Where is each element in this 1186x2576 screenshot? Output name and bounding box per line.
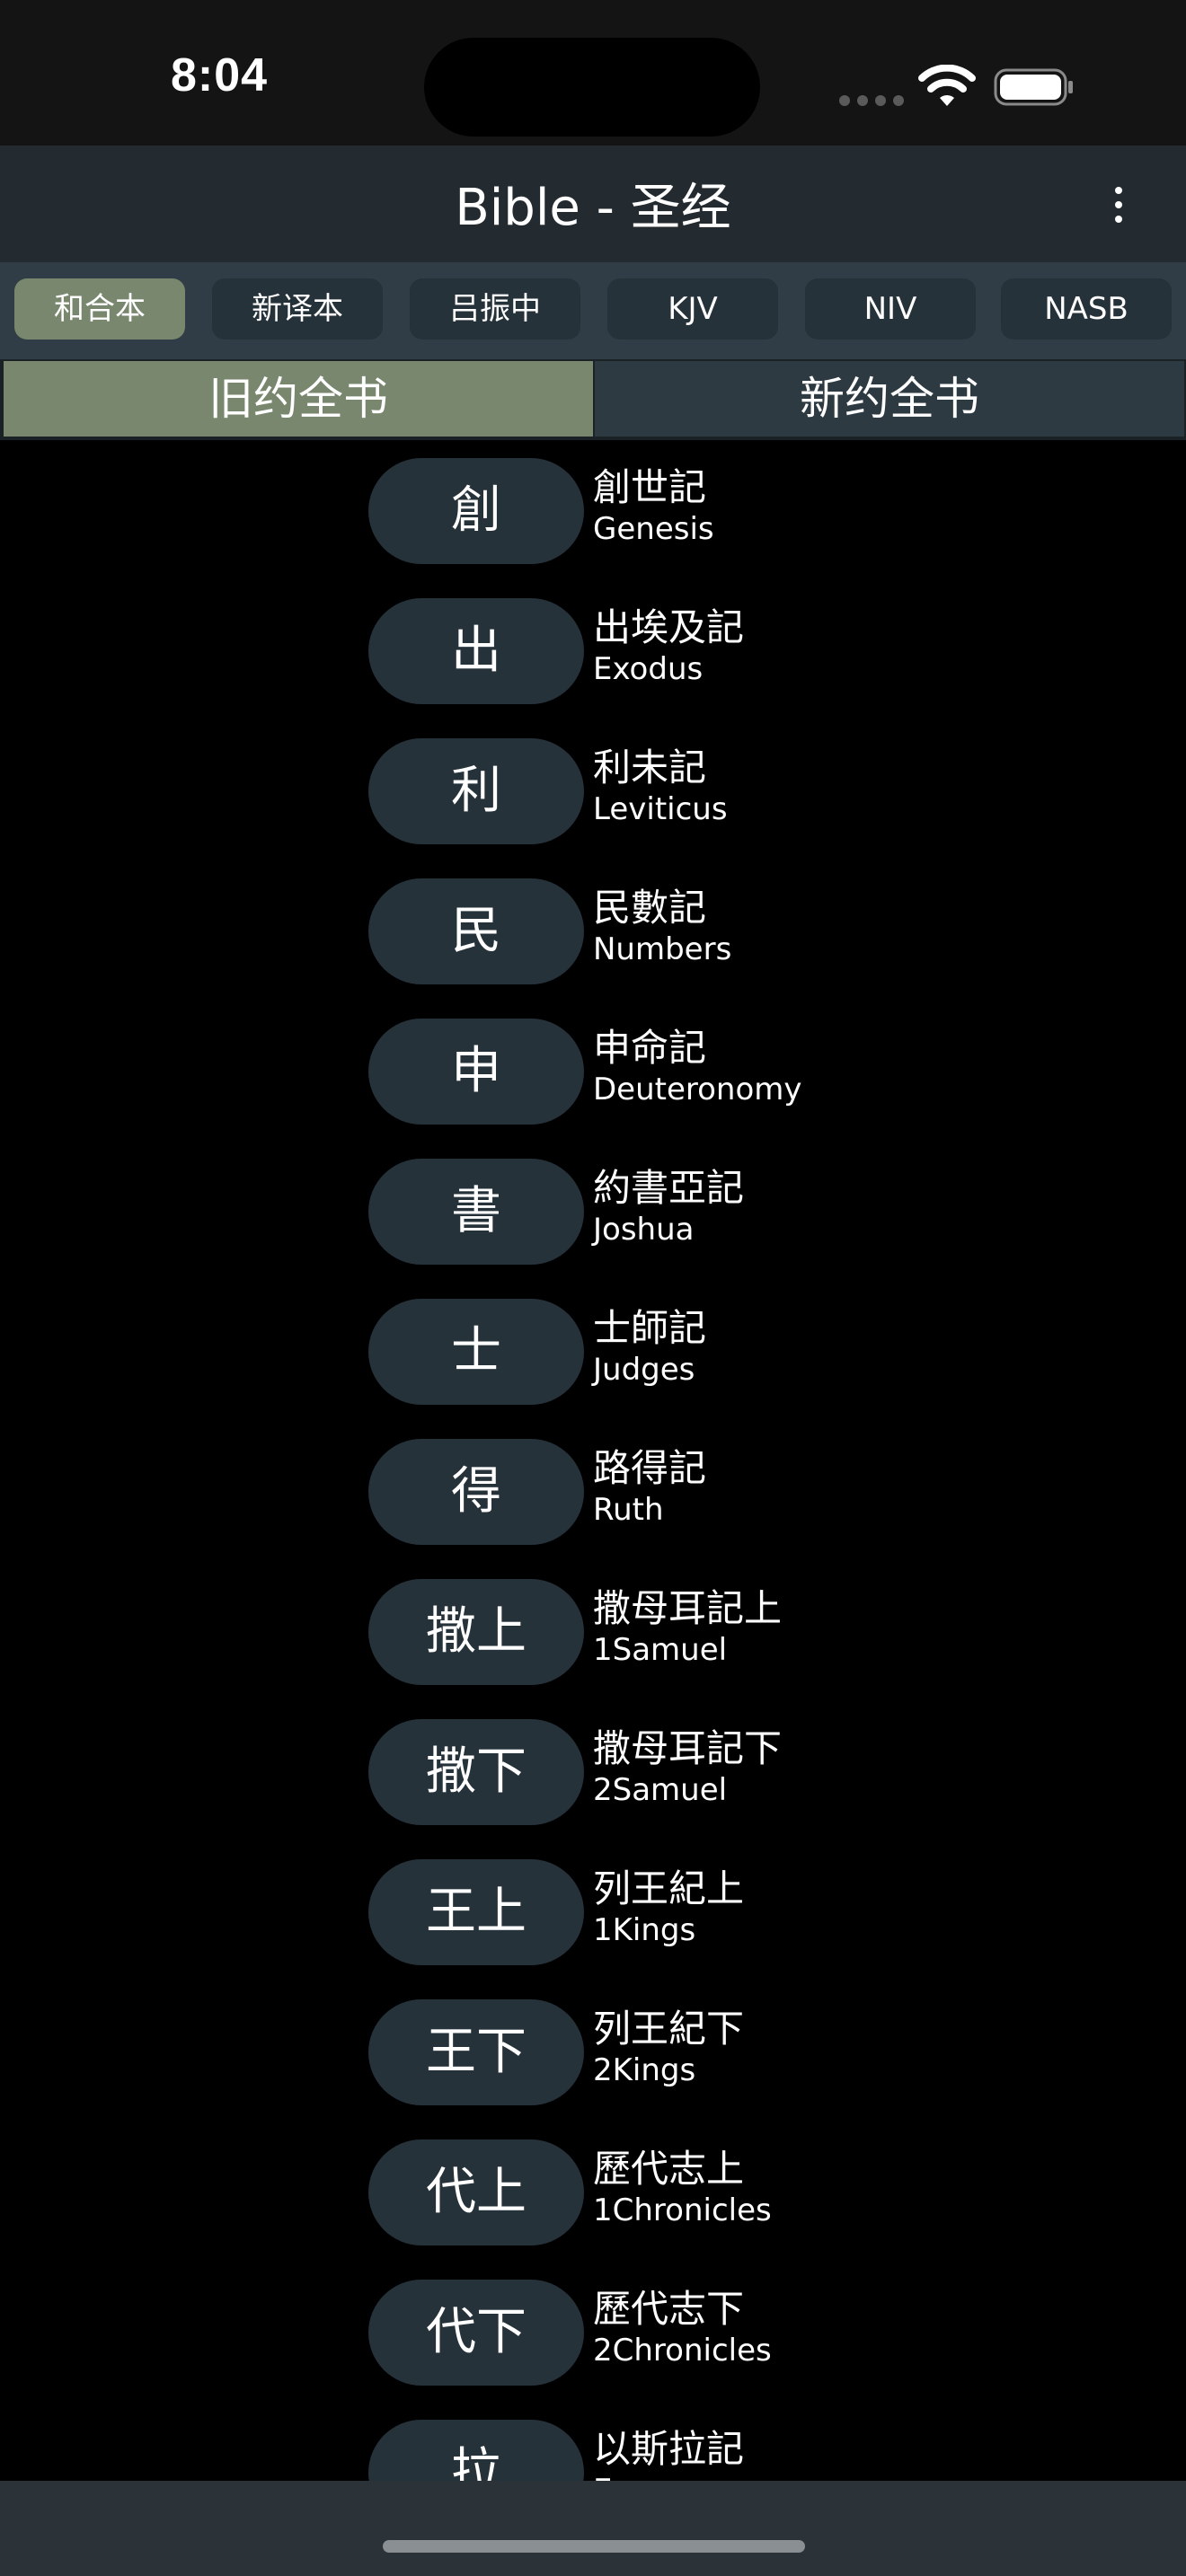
book-abbr-button[interactable]: 撒下 — [368, 1719, 584, 1825]
book-name-zh: 以斯拉記 — [593, 2427, 745, 2471]
book-name-zh: 約書亞記 — [593, 1166, 745, 1210]
book-name-en: Numbers — [593, 931, 732, 967]
book-row[interactable]: 書 約書亞記 Joshua — [0, 1141, 1186, 1281]
book-name-en: Ezra — [593, 2472, 659, 2481]
book-abbr-button[interactable]: 出 — [368, 598, 584, 704]
book-name-zh: 利未記 — [593, 745, 707, 790]
book-name-zh: 撒母耳記下 — [593, 1726, 783, 1770]
book-name-en: 2Chronicles — [593, 2333, 772, 2369]
book-name-en: Exodus — [593, 651, 704, 687]
status-bar: 8:04 — [0, 0, 1186, 146]
book-name-zh: 申命記 — [593, 1026, 707, 1070]
book-abbr-button[interactable]: 書 — [368, 1159, 584, 1265]
book-row[interactable]: 王下 列王紀下 2Kings — [0, 1981, 1186, 2122]
version-tab-cuv[interactable]: 和合本 — [14, 278, 185, 340]
book-abbr-button[interactable]: 申 — [368, 1019, 584, 1125]
book-abbr-button[interactable]: 創 — [368, 458, 584, 564]
book-abbr-button[interactable]: 撒上 — [368, 1579, 584, 1685]
version-tab-lzz[interactable]: 吕振中 — [410, 278, 580, 340]
book-row[interactable]: 創 創世記 Genesis — [0, 440, 1186, 580]
book-row[interactable]: 利 利未記 Leviticus — [0, 720, 1186, 860]
book-row[interactable]: 代上 歷代志上 1Chronicles — [0, 2122, 1186, 2262]
book-row[interactable]: 申 申命記 Deuteronomy — [0, 1001, 1186, 1141]
book-name-en: 1Chronicles — [593, 2192, 772, 2228]
book-name-zh: 列王紀下 — [593, 2007, 745, 2051]
version-tab-niv[interactable]: NIV — [805, 278, 976, 340]
book-abbr-button[interactable]: 王上 — [368, 1859, 584, 1965]
wifi-icon — [918, 65, 976, 106]
app-title: Bible - 圣经 — [455, 179, 731, 237]
book-abbr-button[interactable]: 利 — [368, 738, 584, 844]
book-row[interactable]: 得 路得記 Ruth — [0, 1421, 1186, 1561]
book-abbr-button[interactable]: 民 — [368, 878, 584, 984]
tab-old-testament[interactable]: 旧约全书 — [4, 361, 593, 437]
book-name-zh: 歷代志下 — [593, 2287, 745, 2331]
home-indicator[interactable] — [383, 2540, 805, 2553]
book-name-en: Ruth — [593, 1492, 664, 1528]
book-name-zh: 列王紀上 — [593, 1866, 745, 1910]
version-tabs: 和合本 新译本 吕振中 KJV NIV NASB — [0, 262, 1186, 359]
book-name-en: 1Samuel — [593, 1632, 728, 1668]
version-tab-nasb[interactable]: NASB — [1001, 278, 1172, 340]
book-row[interactable]: 撒上 撒母耳記上 1Samuel — [0, 1561, 1186, 1701]
version-tab-cnv[interactable]: 新译本 — [212, 278, 383, 340]
bottom-bar — [0, 2481, 1186, 2576]
book-abbr-button[interactable]: 拉 — [368, 2420, 584, 2481]
book-row[interactable]: 士 士師記 Judges — [0, 1281, 1186, 1421]
book-row[interactable]: 代下 歷代志下 2Chronicles — [0, 2262, 1186, 2402]
book-row[interactable]: 出 出埃及記 Exodus — [0, 580, 1186, 720]
book-name-zh: 士師記 — [593, 1306, 707, 1350]
status-time: 8:04 — [171, 49, 269, 101]
version-tab-kjv[interactable]: KJV — [607, 278, 778, 340]
book-name-en: 1Kings — [593, 1912, 696, 1948]
book-abbr-button[interactable]: 代上 — [368, 2139, 584, 2245]
app-header: Bible - 圣经 — [0, 146, 1186, 262]
signal-icon — [839, 95, 904, 106]
book-abbr-button[interactable]: 王下 — [368, 1999, 584, 2105]
book-row[interactable]: 民 民數記 Numbers — [0, 860, 1186, 1001]
book-row[interactable]: 拉 以斯拉記 Ezra — [0, 2402, 1186, 2481]
book-name-en: Leviticus — [593, 791, 728, 827]
book-abbr-button[interactable]: 得 — [368, 1439, 584, 1545]
book-list: 創 創世記 Genesis 出 出埃及記 Exodus 利 利未記 Leviti… — [0, 440, 1186, 2481]
book-name-en: 2Samuel — [593, 1772, 728, 1808]
book-name-zh: 民數記 — [593, 886, 707, 930]
battery-icon — [994, 68, 1073, 106]
book-name-zh: 歷代志上 — [593, 2147, 745, 2191]
book-name-en: Joshua — [593, 1212, 695, 1248]
book-name-en: Genesis — [593, 511, 714, 547]
book-abbr-button[interactable]: 代下 — [368, 2280, 584, 2386]
book-name-zh: 路得記 — [593, 1446, 707, 1490]
book-name-en: 2Kings — [593, 2052, 696, 2088]
book-name-en: Deuteronomy — [593, 1072, 802, 1107]
book-name-en: Judges — [593, 1352, 695, 1388]
book-abbr-button[interactable]: 士 — [368, 1299, 584, 1405]
more-vertical-icon[interactable] — [1096, 167, 1141, 243]
testament-tabs: 旧约全书 新约全书 — [0, 359, 1186, 440]
book-row[interactable]: 王上 列王紀上 1Kings — [0, 1841, 1186, 1981]
book-name-zh: 出埃及記 — [593, 605, 745, 649]
book-row[interactable]: 撒下 撒母耳記下 2Samuel — [0, 1701, 1186, 1841]
book-name-zh: 創世記 — [593, 465, 707, 509]
book-name-zh: 撒母耳記上 — [593, 1586, 783, 1630]
dynamic-island — [424, 38, 760, 137]
tab-new-testament[interactable]: 新约全书 — [595, 361, 1184, 437]
